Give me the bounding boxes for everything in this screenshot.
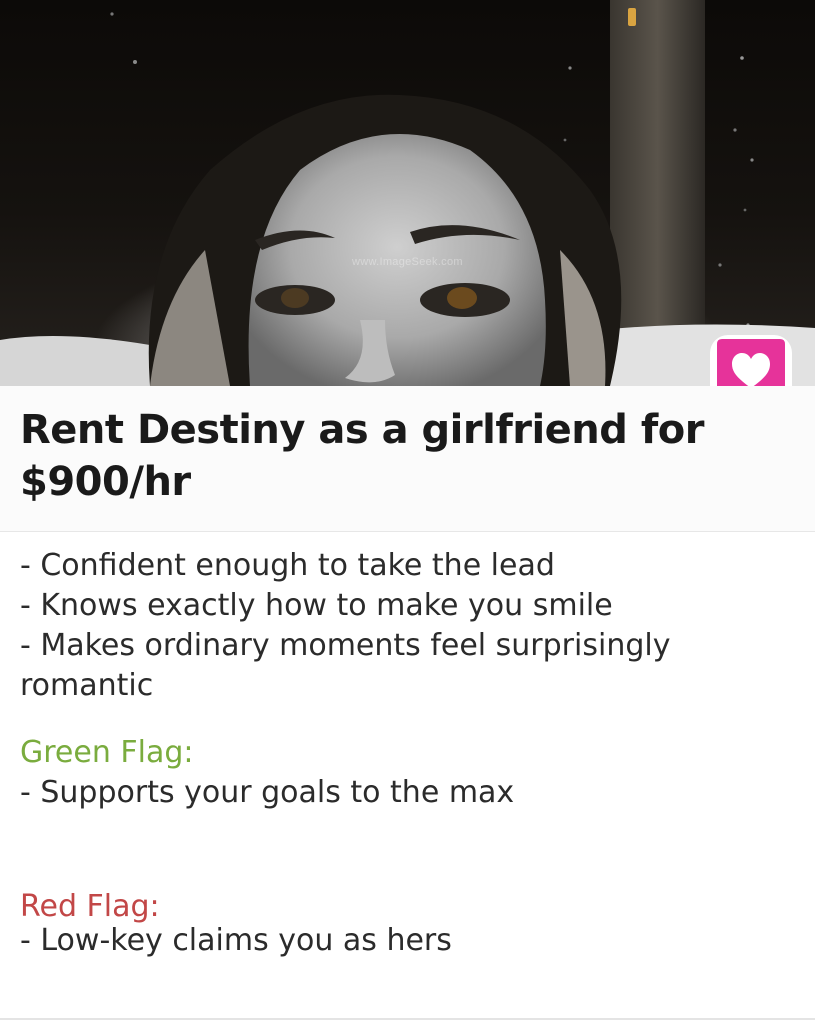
trait-item: - Confident enough to take the lead xyxy=(20,548,555,583)
profile-photo[interactable]: www.ImageSeek.com xyxy=(0,0,815,386)
photo-watermark: www.ImageSeek.com xyxy=(352,256,463,268)
title-section: Rent Destiny as a girlfriend for $900/hr xyxy=(0,386,815,532)
trait-item: - Knows exactly how to make you smile xyxy=(20,588,613,623)
green-flag-item: - Supports your goals to the max xyxy=(20,775,515,810)
profile-card: www.ImageSeek.com Rent Destiny as a girl… xyxy=(0,0,815,1024)
trait-item-continuation: romantic xyxy=(20,668,154,703)
photo-illustration xyxy=(0,0,815,386)
divider xyxy=(0,1018,815,1020)
traits-list: - Confident enough to take the lead - Kn… xyxy=(20,546,800,706)
page-title: Rent Destiny as a girlfriend for $900/hr xyxy=(20,407,704,505)
red-flag-item: - Low-key claims you as hers xyxy=(20,923,452,958)
trait-item: - Makes ordinary moments feel surprising… xyxy=(20,628,671,663)
green-flag-heading: Green Flag: xyxy=(20,735,194,770)
